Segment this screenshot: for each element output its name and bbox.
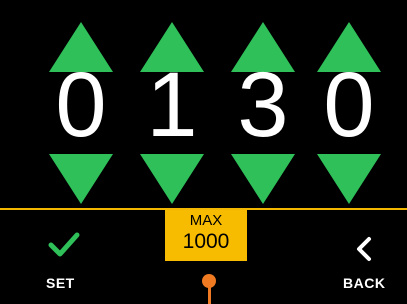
decrement-digit-3-button[interactable] (231, 154, 295, 204)
triangle-down-icon (231, 154, 295, 204)
decrement-digit-1-button[interactable] (49, 154, 113, 204)
digit-3-value: 3 (237, 54, 289, 156)
set-button-label: SET (46, 275, 75, 291)
pin-entry-screen: 0 1 3 0 MAX 1000 SET BACK (0, 0, 407, 304)
triangle-down-icon (317, 154, 381, 204)
digit-2-value: 1 (146, 54, 198, 156)
triangle-down-icon (140, 154, 204, 204)
back-button-label: BACK (343, 275, 386, 291)
max-limit-badge: MAX 1000 (165, 210, 247, 261)
pointer-dot (202, 274, 216, 288)
digit-column-1: 0 (31, 0, 131, 210)
digit-column-2: 1 (122, 0, 222, 210)
back-button[interactable]: BACK (335, 228, 401, 298)
set-button[interactable]: SET (36, 228, 96, 298)
max-value: 1000 (182, 230, 230, 253)
digit-4-value: 0 (323, 54, 375, 156)
digit-column-4: 0 (299, 0, 399, 210)
digit-column-3: 3 (213, 0, 313, 210)
checkmark-icon (48, 232, 80, 257)
decrement-digit-4-button[interactable] (317, 154, 381, 204)
digit-1-value: 0 (55, 54, 107, 156)
max-label: MAX (189, 212, 223, 229)
triangle-down-icon (49, 154, 113, 204)
decrement-digit-2-button[interactable] (140, 154, 204, 204)
chevron-left-icon (357, 237, 371, 261)
